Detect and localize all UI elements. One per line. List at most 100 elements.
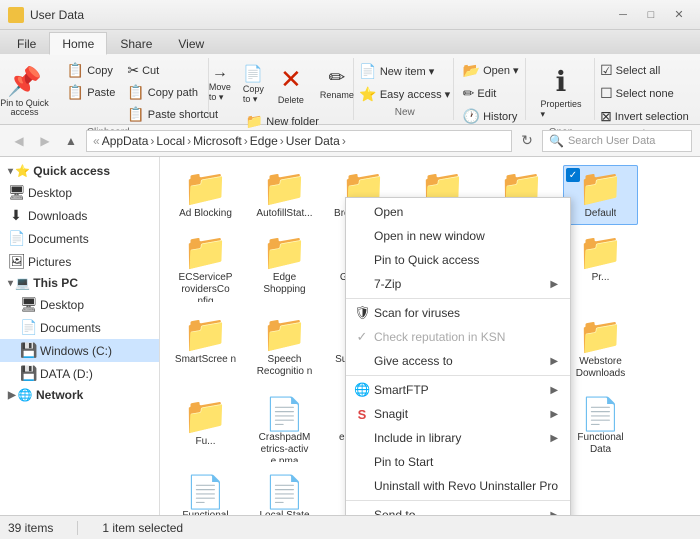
- path-edge[interactable]: Edge: [250, 134, 278, 148]
- sidebar-item-documents2[interactable]: 📄 Documents: [0, 316, 159, 339]
- sidebar-item-downloads[interactable]: ⬇ Downloads: [0, 204, 159, 227]
- ctx-open-new-window[interactable]: Open in new window: [346, 224, 570, 248]
- sidebar-label-thispc: 💻 This PC: [15, 276, 78, 290]
- paste-shortcut-icon: 📋: [127, 106, 144, 123]
- up-button[interactable]: ▲: [60, 130, 82, 152]
- copy-to-button[interactable]: 📄 Copyto ▾: [238, 60, 269, 109]
- sidebar-item-desktop2[interactable]: 🖥 Desktop: [0, 293, 159, 316]
- ctx-give-access[interactable]: Give access to ▶: [346, 349, 570, 373]
- ribbon: File Home Share View 📌 Pin to Quickacces…: [0, 30, 700, 125]
- folder-icon: 📁: [578, 170, 623, 206]
- easy-access-button[interactable]: ⭐ Easy access ▾: [354, 84, 455, 105]
- file-icon: 📄: [265, 398, 305, 430]
- tab-file[interactable]: File: [4, 32, 49, 54]
- ctx-pin-start[interactable]: Pin to Start: [346, 450, 570, 474]
- file-item-speech[interactable]: 📁 Speech Recognitio n: [247, 311, 322, 389]
- delete-button[interactable]: ✕ Delete: [271, 60, 311, 109]
- tab-share[interactable]: Share: [107, 32, 165, 54]
- new-label: New: [395, 105, 415, 118]
- paste-button[interactable]: 📋 Paste: [62, 82, 121, 103]
- move-to-button[interactable]: → Moveto ▾: [204, 60, 236, 109]
- sidebar-item-desktop[interactable]: 🖥 Desktop: [0, 181, 159, 204]
- open-icon: 📂: [463, 62, 480, 79]
- file-item-pr[interactable]: 📁 Pr...: [563, 229, 638, 307]
- sidebar-item-label: Desktop: [40, 298, 84, 312]
- ctx-scan-viruses[interactable]: 🛡 Scan for viruses: [346, 301, 570, 325]
- path-userdata[interactable]: User Data: [286, 134, 340, 148]
- sidebar-item-documents[interactable]: 📄 Documents: [0, 227, 159, 250]
- file-item-ecservice[interactable]: 📁 ECServiceP rovidersCo nfig: [168, 229, 243, 307]
- refresh-button[interactable]: ↻: [516, 130, 538, 152]
- file-item-crashpadmetrics[interactable]: 📄 CrashpadM etrics-activ e.pma: [247, 393, 322, 467]
- file-icon: 📄: [581, 398, 621, 430]
- edit-button[interactable]: ✏ Edit: [458, 83, 502, 104]
- ctx-sep1: [346, 298, 570, 299]
- path-microsoft[interactable]: Microsoft: [193, 134, 242, 148]
- ctx-pin-quick[interactable]: Pin to Quick access: [346, 248, 570, 272]
- ctx-check-reputation[interactable]: ✓ Check reputation in KSN: [346, 325, 570, 349]
- file-item-functionalwal[interactable]: 📄 Functional Data-wal: [168, 471, 243, 515]
- sidebar-item-label: Desktop: [28, 186, 72, 200]
- file-item-default[interactable]: ✓ 📁 Default: [563, 165, 638, 225]
- ctx-revo[interactable]: Uninstall with Revo Uninstaller Pro: [346, 474, 570, 498]
- sidebar-item-pictures[interactable]: 🖼 Pictures: [0, 250, 159, 273]
- select-none-button[interactable]: ☐ Select none: [595, 83, 679, 104]
- ribbon-content: 📌 Pin to Quickaccess 📋 Copy 📋 Paste: [0, 54, 700, 124]
- maximize-button[interactable]: □: [638, 4, 664, 26]
- path-appdata[interactable]: AppData: [102, 134, 149, 148]
- sidebar-network-header[interactable]: ▶ 🌐 Network: [0, 385, 159, 405]
- ctx-send-to[interactable]: Send to ▶: [346, 503, 570, 515]
- close-button[interactable]: ✕: [666, 4, 692, 26]
- path-local[interactable]: Local: [156, 134, 185, 148]
- check-rep-icon: ✓: [354, 329, 370, 345]
- invert-selection-button[interactable]: ⊠ Invert selection: [595, 106, 694, 127]
- submenu-arrow: ▶: [550, 279, 558, 290]
- cut-icon: ✂: [127, 62, 139, 79]
- address-bar: ◀ ▶ ▲ « AppData › Local › Microsoft › Ed…: [0, 125, 700, 157]
- ctx-7zip[interactable]: 7-Zip ▶: [346, 272, 570, 296]
- file-item-autofill[interactable]: 📁 AutofillStat...: [247, 165, 322, 225]
- invert-selection-icon: ⊠: [600, 108, 612, 125]
- ctx-include-library[interactable]: Include in library ▶: [346, 426, 570, 450]
- minimize-button[interactable]: ─: [610, 4, 636, 26]
- new-item-button[interactable]: 📄 New item ▾: [354, 61, 439, 82]
- easy-access-icon: ⭐: [359, 86, 376, 103]
- back-button[interactable]: ◀: [8, 130, 30, 152]
- properties-button[interactable]: ℹ Properties ▾: [533, 60, 588, 125]
- sidebar-item-label: Documents: [40, 321, 101, 335]
- sidebar-item-windows-c[interactable]: 💾 Windows (C:): [0, 339, 159, 362]
- file-item-smartscreen[interactable]: 📁 SmartScree n: [168, 311, 243, 389]
- ctx-snagit[interactable]: S Snagit ▶: [346, 402, 570, 426]
- window-controls: ─ □ ✕: [610, 4, 692, 26]
- file-item-functional[interactable]: 📄 Functional Data: [563, 393, 638, 467]
- ctx-smartftp[interactable]: 🌐 SmartFTP ▶: [346, 378, 570, 402]
- delete-icon: ✕: [280, 64, 302, 95]
- open-button[interactable]: 📂 Open ▾: [458, 60, 524, 81]
- tab-view[interactable]: View: [165, 32, 217, 54]
- select-all-button[interactable]: ☑ Select all: [595, 60, 665, 81]
- sidebar-item-data-d[interactable]: 💾 DATA (D:): [0, 362, 159, 385]
- file-item-fu[interactable]: 📁 Fu...: [168, 393, 243, 467]
- ctx-open[interactable]: Open: [346, 200, 570, 224]
- history-button[interactable]: 🕐 History: [458, 106, 523, 127]
- pin-to-quick-access-button[interactable]: 📌 Pin to Quickaccess: [0, 60, 56, 125]
- file-item-localstate[interactable]: 📄 Local State: [247, 471, 322, 515]
- search-box[interactable]: 🔍 Search User Data: [542, 130, 692, 152]
- sidebar-quick-access-header[interactable]: ▾ ⭐ Quick access: [0, 161, 159, 181]
- tab-home[interactable]: Home: [49, 32, 107, 55]
- address-path[interactable]: « AppData › Local › Microsoft › Edge › U…: [86, 130, 512, 152]
- sidebar-item-label: Windows (C:): [40, 344, 112, 358]
- history-icon: 🕐: [463, 108, 480, 125]
- folder-icon: 📁: [183, 170, 228, 206]
- ctx-sep3: [346, 500, 570, 501]
- properties-icon: ℹ: [556, 65, 567, 99]
- file-item-webstore[interactable]: 📁 Webstore Downloads: [563, 313, 638, 389]
- copy-button[interactable]: 📋 Copy: [62, 60, 121, 81]
- file-item-ad-blocking[interactable]: 📁 Ad Blocking: [168, 165, 243, 225]
- sidebar-thispc-header[interactable]: ▾ 💻 This PC: [0, 273, 159, 293]
- folder-icon: 📁: [183, 398, 228, 434]
- expand-icon: ▶: [8, 390, 16, 401]
- forward-button[interactable]: ▶: [34, 130, 56, 152]
- app-icon: [8, 7, 24, 23]
- file-item-edge-shopping[interactable]: 📁 Edge Shopping: [247, 229, 322, 307]
